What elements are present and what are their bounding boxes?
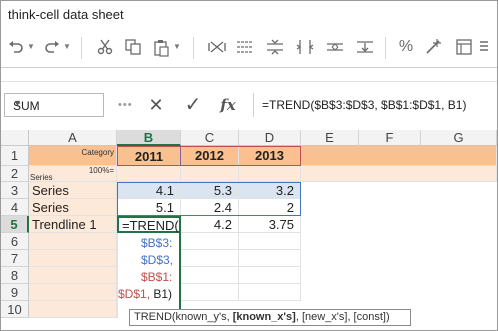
- cell-d7[interactable]: [239, 250, 301, 267]
- cell-a4[interactable]: Series: [29, 199, 117, 216]
- cell-a9[interactable]: [29, 284, 117, 301]
- cell-c1[interactable]: 2012: [181, 146, 239, 166]
- remove-gaps-icon[interactable]: [233, 35, 257, 59]
- toolbar-separator: [385, 37, 386, 59]
- row-header-7[interactable]: 7: [1, 250, 29, 267]
- cell-a2[interactable]: 100%= Series: [29, 166, 117, 182]
- title-bar: think-cell data sheet: [1, 1, 497, 29]
- cell-d1[interactable]: 2013: [239, 146, 301, 166]
- tooltip-active-arg: [known_x's]: [232, 311, 296, 323]
- cell-c9[interactable]: [181, 284, 239, 301]
- paste-icon[interactable]: [149, 35, 173, 59]
- formula-bar: SUM ▼ ••• ✕ ✓ fx =TREND($B$3:$D$3, $B$1:…: [1, 81, 497, 131]
- undo-dropdown-icon[interactable]: ▼: [27, 35, 37, 59]
- function-tooltip: TREND(known_y's, [known_x's], [new_x's],…: [129, 309, 411, 326]
- cell-a7[interactable]: [29, 250, 117, 267]
- paste-dropdown-icon[interactable]: ▼: [173, 35, 183, 59]
- copy-icon[interactable]: [121, 35, 145, 59]
- cell-c3[interactable]: 5.3: [181, 182, 239, 199]
- window-title: think-cell data sheet: [8, 7, 124, 22]
- cell-d9[interactable]: [239, 284, 301, 301]
- cell-a2-series: Series: [30, 173, 53, 182]
- formula-input[interactable]: =TREND($B$3:$D$3, $B$1:$D$1, B1): [253, 93, 498, 117]
- insert-function-button[interactable]: fx: [216, 93, 240, 117]
- clear-format-icon[interactable]: [205, 35, 229, 59]
- more-icon[interactable]: •••: [118, 99, 133, 111]
- cell-c6[interactable]: [181, 233, 239, 250]
- cell-b5-editing[interactable]: =TREND(: [117, 216, 181, 233]
- cell-a10[interactable]: [29, 301, 117, 318]
- row-header-6[interactable]: 6: [1, 233, 29, 250]
- row-header-1[interactable]: 1: [1, 146, 29, 166]
- cell-c2[interactable]: [181, 166, 239, 182]
- row2-fill: [301, 166, 497, 182]
- formula-ref-line-3: $B$1:: [141, 270, 173, 284]
- cell-a1[interactable]: Category: [29, 146, 117, 166]
- tooltip-suffix: , [new_x's], [const]): [295, 311, 390, 323]
- cell-c8[interactable]: [181, 267, 239, 284]
- toolbar-separator: [193, 37, 194, 59]
- cell-a8[interactable]: [29, 267, 117, 284]
- percent-icon[interactable]: %: [395, 35, 417, 59]
- formula-ref-line-2: $D$3,: [141, 253, 174, 267]
- cell-d4[interactable]: 2: [239, 199, 301, 216]
- column-header-a[interactable]: A: [29, 130, 117, 146]
- column-header-e[interactable]: E: [301, 130, 359, 146]
- delete-column-icon[interactable]: [353, 35, 377, 59]
- cell-c5[interactable]: 4.2: [181, 216, 239, 233]
- cancel-edit-button[interactable]: ✕: [144, 93, 168, 117]
- insert-icon[interactable]: [263, 35, 287, 59]
- select-all-corner[interactable]: [1, 130, 29, 146]
- cell-a2-100pct: 100%=: [88, 166, 114, 175]
- cell-a6[interactable]: [29, 233, 117, 250]
- formula-ref-line-1: $B$3:: [141, 236, 173, 250]
- column-header-d[interactable]: D: [239, 130, 301, 146]
- cell-a3[interactable]: Series: [29, 182, 117, 199]
- cut-icon[interactable]: [93, 35, 117, 59]
- cell-b1[interactable]: 2011: [117, 146, 181, 166]
- window: think-cell data sheet ▼ ▼ ▼ % SUM ▼ ••• …: [0, 0, 498, 331]
- cell-d8[interactable]: [239, 267, 301, 284]
- confirm-edit-button[interactable]: ✓: [181, 93, 205, 117]
- row-header-2[interactable]: 2: [1, 166, 29, 182]
- toolbar: ▼ ▼ ▼ %: [1, 29, 497, 68]
- cell-d2[interactable]: [239, 166, 301, 182]
- insert-column-icon[interactable]: [293, 35, 317, 59]
- cell-d6[interactable]: [239, 233, 301, 250]
- column-header-c[interactable]: C: [181, 130, 239, 146]
- chevron-down-icon[interactable]: ▼: [13, 98, 98, 108]
- cell-c7[interactable]: [181, 250, 239, 267]
- row-header-4[interactable]: 4: [1, 199, 29, 216]
- toolbar-overflow-icon[interactable]: [477, 35, 491, 59]
- name-box[interactable]: SUM ▼: [4, 93, 104, 117]
- cell-d5[interactable]: 3.75: [239, 216, 301, 233]
- row-header-10[interactable]: 10: [1, 301, 29, 318]
- cell-d3[interactable]: 3.2: [239, 182, 301, 199]
- cell-b4[interactable]: 5.1: [117, 199, 181, 216]
- row-header-8[interactable]: 8: [1, 267, 29, 284]
- formula-ref-line-4-red: $D$1,: [118, 287, 151, 301]
- row-header-3[interactable]: 3: [1, 182, 29, 199]
- row-header-9[interactable]: 9: [1, 284, 29, 301]
- row1-fill: [301, 146, 497, 166]
- formula-ref-line-4-black: B1): [150, 287, 173, 301]
- format-painter-icon[interactable]: [423, 35, 445, 59]
- delete-row-icon[interactable]: [323, 35, 347, 59]
- formula-text: =TREND($B$3:$D$3, $B$1:$D$1, B1): [262, 98, 467, 112]
- transpose-icon[interactable]: [453, 35, 475, 59]
- toolbar-separator: [81, 37, 82, 59]
- formula-ref-line-4: $D$1, B1): [118, 287, 172, 301]
- row-header-5[interactable]: 5: [1, 216, 29, 233]
- column-header-f[interactable]: F: [359, 130, 421, 146]
- redo-icon[interactable]: [41, 35, 63, 59]
- undo-icon[interactable]: [5, 35, 27, 59]
- column-header-b[interactable]: B: [117, 130, 181, 146]
- tooltip-prefix: TREND(known_y's,: [134, 311, 233, 323]
- cell-a5[interactable]: Trendline 1: [29, 216, 117, 233]
- cell-b2[interactable]: [117, 166, 181, 182]
- redo-dropdown-icon[interactable]: ▼: [63, 35, 73, 59]
- cell-c4[interactable]: 2.4: [181, 199, 239, 216]
- cell-b3[interactable]: 4.1: [117, 182, 181, 199]
- column-header-g[interactable]: G: [421, 130, 497, 146]
